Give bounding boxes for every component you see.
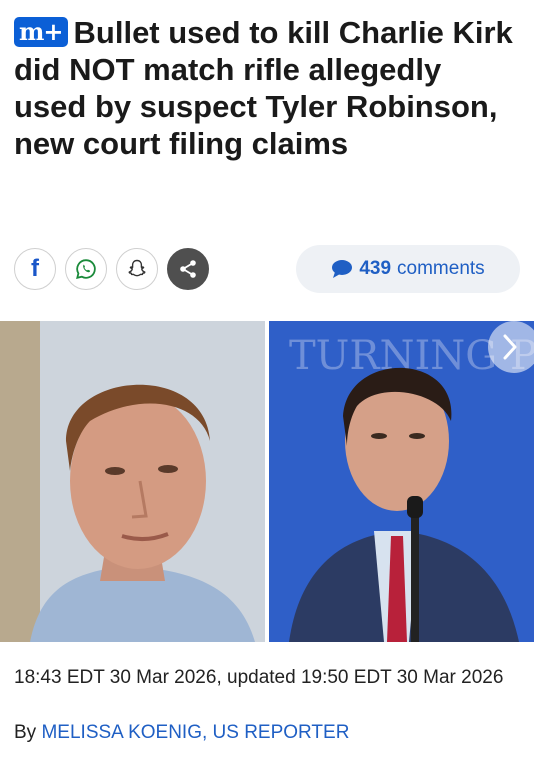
share-row: f <box>14 248 209 294</box>
author-link[interactable]: MELISSA KOENIG, US REPORTER <box>41 722 349 743</box>
mail-plus-badge: m+ <box>14 17 68 47</box>
whatsapp-icon <box>76 259 96 280</box>
victim-photo: TURNING POINT AC <box>269 321 534 642</box>
article-timestamp: 18:43 EDT 30 Mar 2026, updated 19:50 EDT… <box>14 667 504 688</box>
article-headline: m+ Bullet used to kill Charlie Kirk did N… <box>14 14 520 162</box>
byline-prefix: By <box>14 722 37 743</box>
suspect-photo <box>0 321 265 642</box>
snapchat-share-button[interactable] <box>116 248 158 290</box>
share-icon <box>180 260 196 278</box>
speech-bubble-icon <box>332 260 353 278</box>
whatsapp-share-button[interactable] <box>65 248 107 290</box>
article-photo-carousel[interactable]: TURNING POINT AC <box>0 321 534 642</box>
victim-portrait: TURNING POINT AC <box>269 321 534 642</box>
byline: By MELISSA KOENIG, US REPORTER <box>14 722 349 744</box>
snapchat-icon <box>128 259 146 277</box>
suspect-portrait <box>0 321 265 642</box>
comment-count: 439 <box>359 258 392 279</box>
facebook-icon: f <box>31 255 39 282</box>
chevron-right-icon <box>503 334 517 360</box>
comment-label: comments <box>397 258 485 279</box>
comments-button[interactable]: 439 comments <box>296 245 520 293</box>
more-share-button[interactable] <box>167 248 209 290</box>
headline-text: Bullet used to kill Charlie Kirk did NOT… <box>14 15 513 161</box>
facebook-share-button[interactable]: f <box>14 248 56 290</box>
carousel-next-button[interactable] <box>488 321 534 373</box>
